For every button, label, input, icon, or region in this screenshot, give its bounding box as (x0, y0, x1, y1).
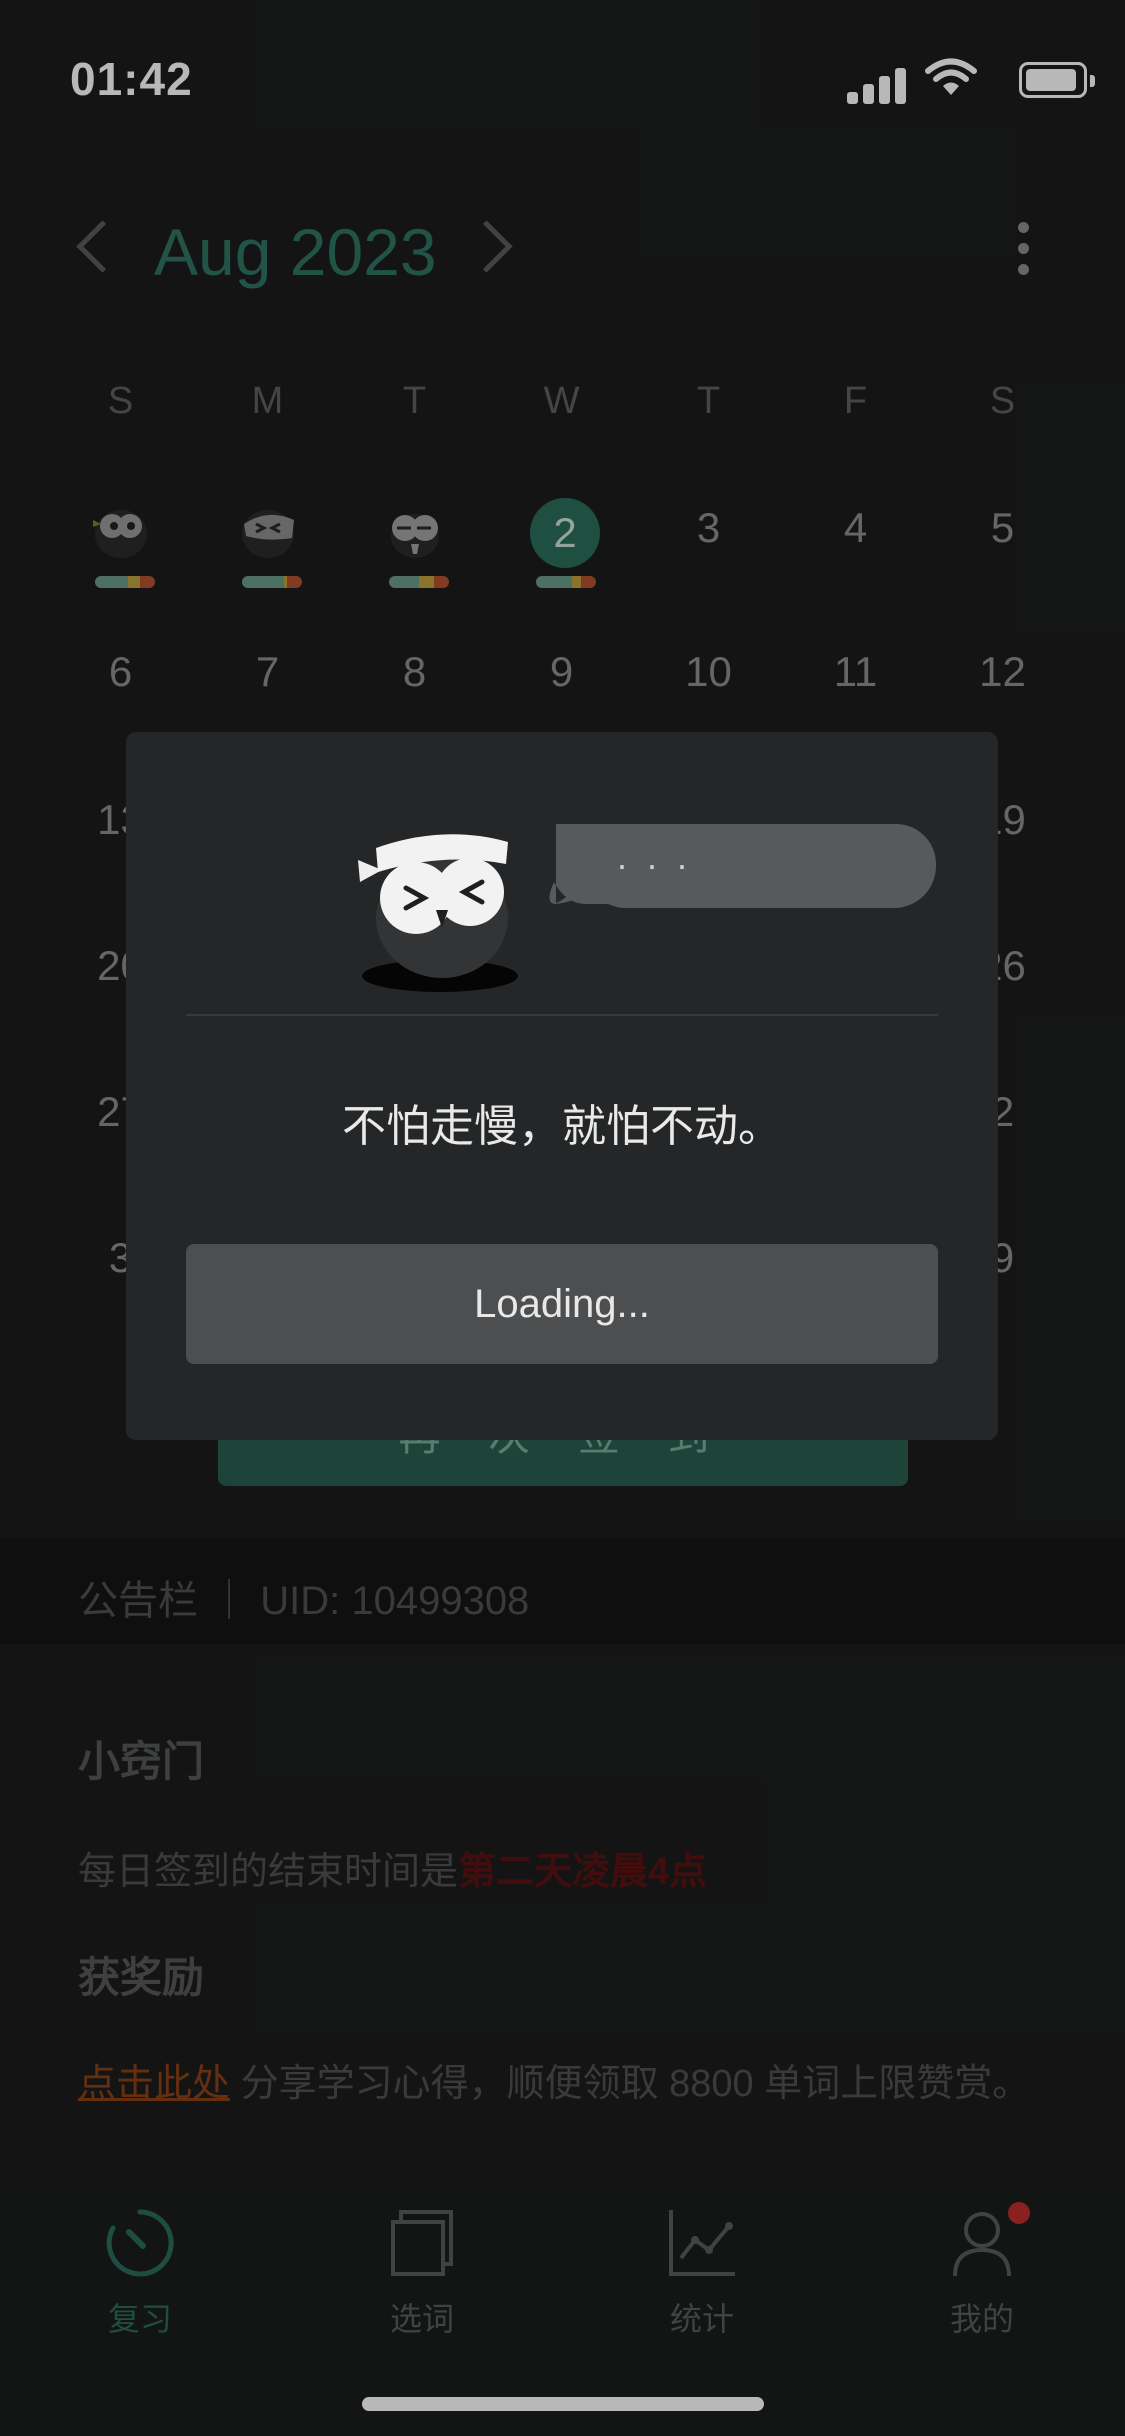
speech-bubble-text: · · · (616, 844, 692, 885)
owl-mascot-icon (358, 824, 936, 992)
screen: 01:42 Aug 2023 S M T W T F S 2 3 4 5 6 7… (0, 0, 1125, 2436)
motivational-quote: 不怕走慢，就怕不动。 (342, 1102, 782, 1151)
loading-dialog: · · · 不怕走慢，就怕不动。 Loading... (126, 732, 998, 1440)
loading-button[interactable]: Loading... (186, 1244, 938, 1364)
modal-divider (186, 1014, 938, 1016)
